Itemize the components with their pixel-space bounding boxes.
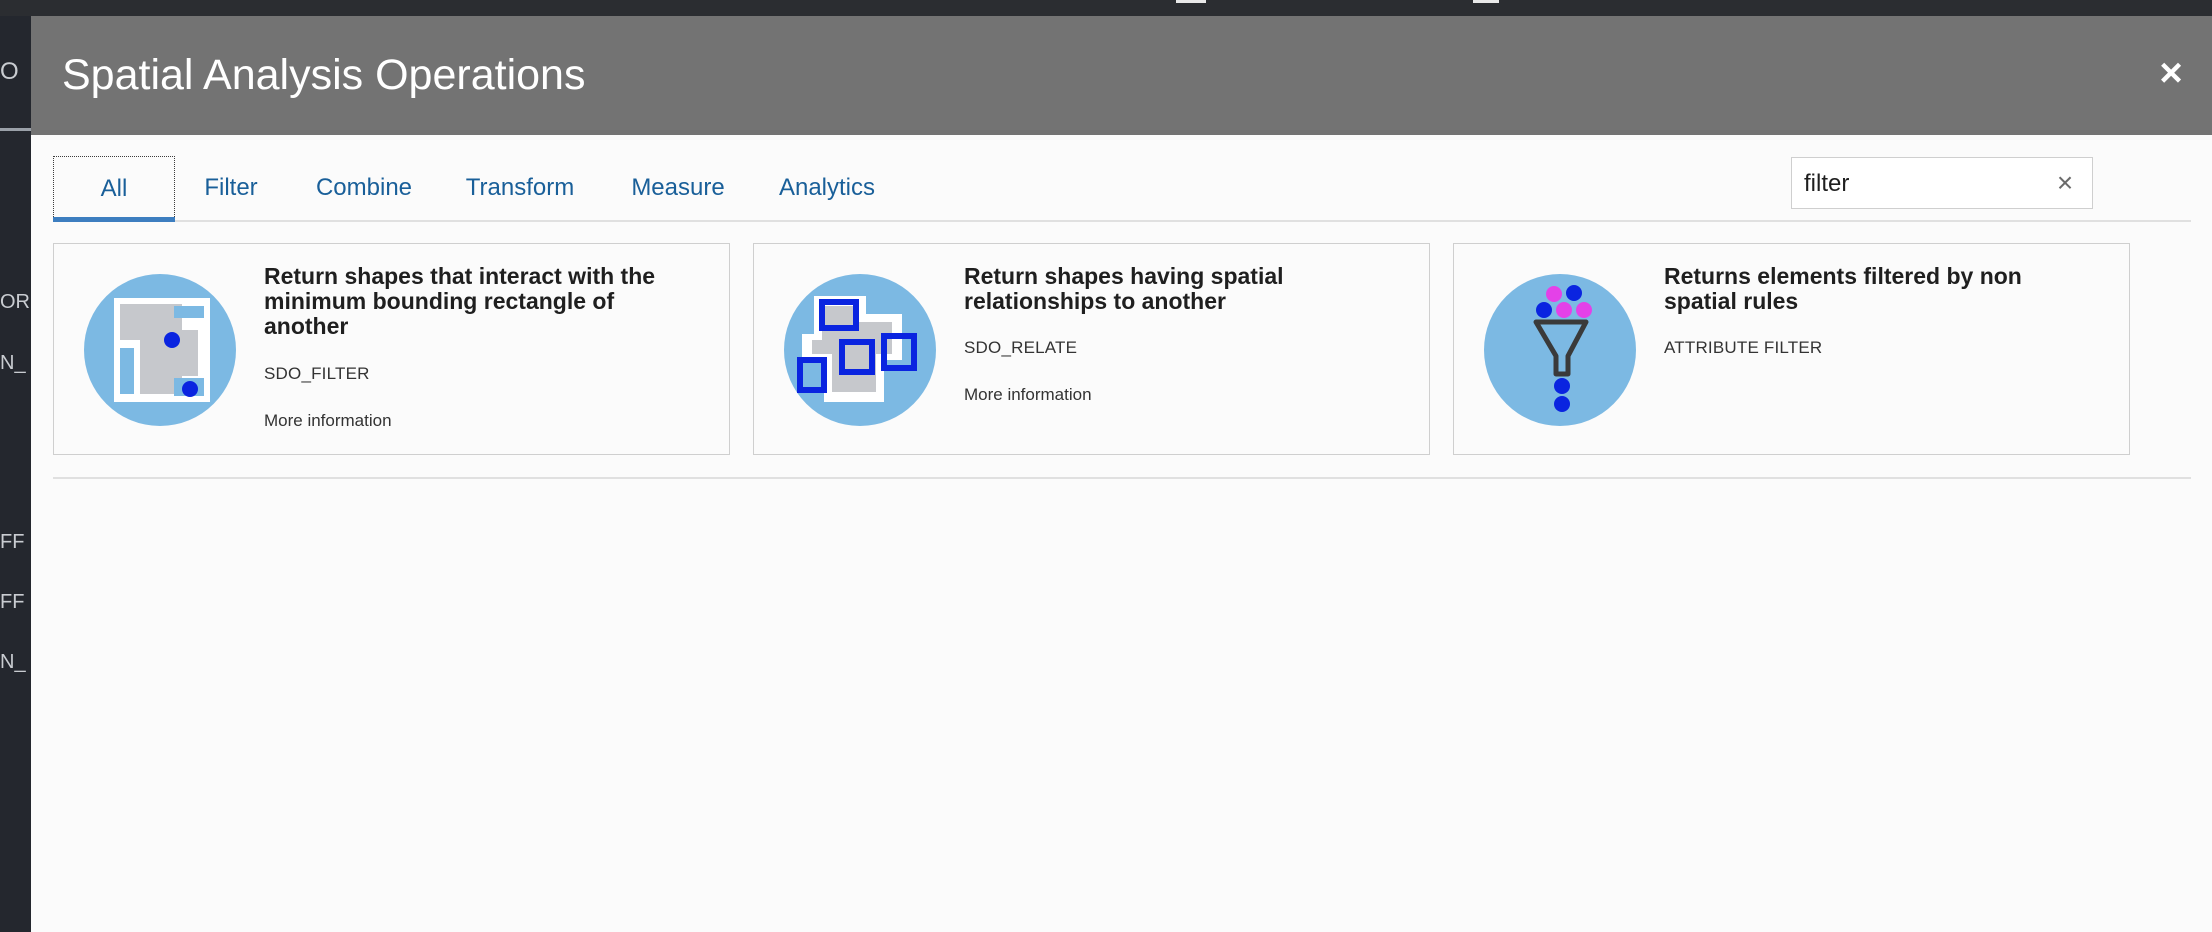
mbr-filter-icon — [84, 274, 236, 426]
card-code: SDO_FILTER — [264, 364, 370, 383]
background-app-sidebar: O OR N_ FF FF N_ — [0, 16, 31, 932]
spatial-analysis-dialog: Spatial Analysis Operations × All Filter… — [31, 16, 2212, 932]
background-divider — [0, 128, 31, 131]
card-title: Returns elements filtered by non spatial… — [1664, 263, 2022, 314]
background-topbar-mark — [1473, 0, 1499, 3]
tab-filter[interactable]: Filter — [201, 156, 261, 218]
more-information-link[interactable]: More information — [964, 385, 1092, 405]
clear-search-icon[interactable]: × — [2050, 168, 2080, 198]
background-topbar-mark — [1176, 0, 1206, 3]
operation-card-sdo-filter[interactable]: Return shapes that interact with the min… — [53, 243, 730, 455]
tab-all[interactable]: All — [53, 156, 175, 222]
card-title: Return shapes that interact with the min… — [264, 263, 656, 339]
background-text-fragment: N_ — [0, 651, 26, 673]
background-text-fragment: OR — [0, 291, 30, 313]
background-topbar — [0, 0, 2212, 16]
background-text-fragment: N_ — [0, 352, 26, 374]
dialog-header: Spatial Analysis Operations × — [31, 16, 2212, 135]
funnel-icon — [1484, 274, 1636, 426]
background-text-fragment: O — [0, 58, 19, 85]
search-input[interactable] — [1802, 166, 2046, 202]
tab-measure[interactable]: Measure — [630, 156, 726, 218]
tab-combine[interactable]: Combine — [315, 156, 413, 218]
close-button[interactable]: × — [2148, 50, 2194, 96]
card-code: SDO_RELATE — [964, 338, 1078, 357]
background-text-fragment: FF — [0, 591, 25, 613]
tab-transform[interactable]: Transform — [463, 156, 577, 218]
card-title: Return shapes having spatial relationshi… — [964, 263, 1284, 314]
search-field: × — [1791, 157, 2093, 209]
operation-card-sdo-relate[interactable]: Return shapes having spatial relationshi… — [753, 243, 1430, 455]
operation-card-attribute-filter[interactable]: Returns elements filtered by non spatial… — [1453, 243, 2130, 455]
background-text-fragment: FF — [0, 531, 25, 553]
tab-analytics[interactable]: Analytics — [777, 156, 877, 218]
dialog-title: Spatial Analysis Operations — [62, 51, 586, 99]
spatial-relate-icon — [784, 274, 936, 426]
card-code: ATTRIBUTE FILTER — [1664, 338, 1823, 357]
more-information-link[interactable]: More information — [264, 411, 392, 431]
results-divider — [53, 477, 2191, 479]
